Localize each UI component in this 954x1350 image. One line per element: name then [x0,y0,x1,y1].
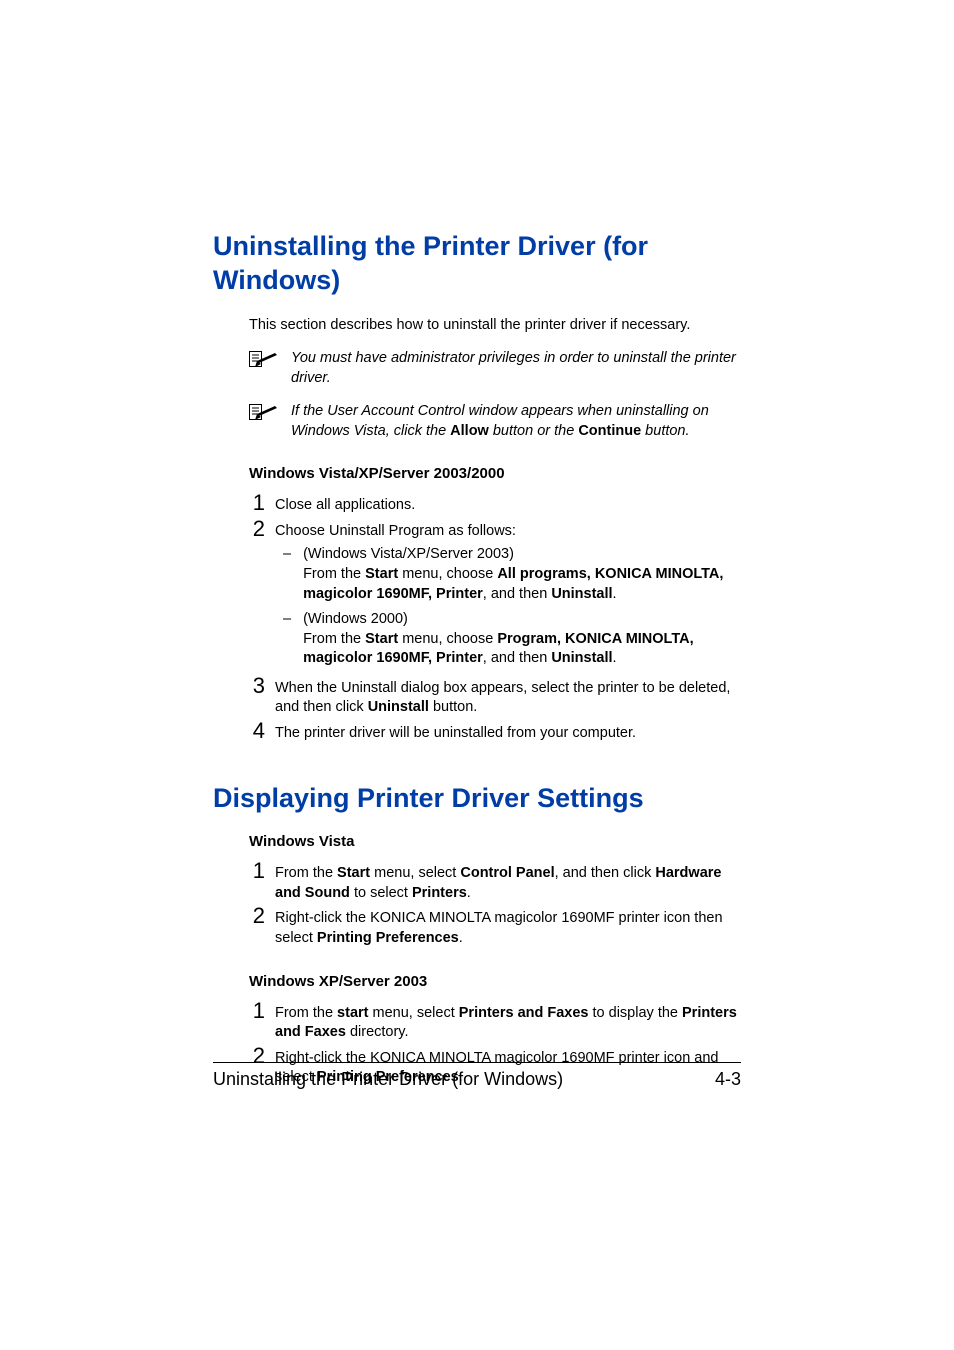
text: From the [275,1005,337,1021]
text-bold: Continue [578,423,641,439]
text-bold: Printers [412,885,467,901]
text-bold: start [337,1005,368,1021]
step-text: When the Uninstall dialog box appears, s… [275,675,741,718]
heading-uninstalling: Uninstalling the Printer Driver (for Win… [213,230,741,298]
note-icon [249,351,279,374]
text-bold: Start [337,865,370,881]
step-4: 4 The printer driver will be uninstalled… [249,720,741,744]
step-number: 1 [249,860,265,882]
text: From the [275,865,337,881]
step-text: Right-click the KONICA MINOLTA magicolor… [275,905,741,948]
text: , and then click [555,865,656,881]
sub-step-text: (Windows 2000) From the Start menu, choo… [303,610,741,669]
page: Uninstalling the Printer Driver (for Win… [0,0,954,1350]
text-bold: Uninstall [368,699,429,715]
note-uac: If the User Account Control window appea… [249,402,741,441]
text-bold: Control Panel [460,865,554,881]
heading-displaying: Displaying Printer Driver Settings [213,782,741,816]
step-b2: 2 Right-click the KONICA MINOLTA magicol… [249,905,741,948]
note-uac-text: If the User Account Control window appea… [291,402,741,441]
note-icon [249,404,279,427]
step-number: 2 [249,518,265,540]
page-number: 4-3 [715,1069,741,1090]
text: menu, select [368,1005,458,1021]
footer-row: Uninstalling the Printer Driver (for Win… [213,1069,741,1090]
text: menu, select [370,865,460,881]
text: . [613,586,617,602]
step-3: 3 When the Uninstall dialog box appears,… [249,675,741,718]
sub-step-2000: – (Windows 2000) From the Start menu, ch… [283,610,741,669]
subheading-xp-2003: Windows XP/Server 2003 [249,973,741,990]
text: directory. [346,1024,409,1040]
step-b1: 1 From the Start menu, select Control Pa… [249,860,741,903]
text: . [467,885,471,901]
text-bold: Uninstall [551,586,612,602]
step-2: 2 Choose Uninstall Program as follows: [249,518,741,542]
intro-text: This section describes how to uninstall … [249,316,741,336]
step-text: From the Start menu, select Control Pane… [275,860,741,903]
step-text: From the start menu, select Printers and… [275,1000,741,1043]
step-number: 4 [249,720,265,742]
text: (Windows 2000) [303,611,408,627]
step-number: 1 [249,492,265,514]
text: button or the [489,423,578,439]
text: , and then [483,586,552,602]
text: to select [350,885,412,901]
step-1: 1 Close all applications. [249,492,741,516]
dash: – [283,610,291,630]
text-bold: Start [365,566,398,582]
text: button. [429,699,477,715]
text: From the [303,631,365,647]
text-bold: Start [365,631,398,647]
sub-step-text: (Windows Vista/XP/Server 2003) From the … [303,545,741,604]
text-bold: Uninstall [551,650,612,666]
step-number: 2 [249,905,265,927]
text-bold: Printing Preferences [317,930,459,946]
footer-rule [213,1062,741,1063]
text: . [459,930,463,946]
step-text: The printer driver will be uninstalled f… [275,720,741,744]
subheading-vista: Windows Vista [249,833,741,850]
step-number: 3 [249,675,265,697]
page-footer: Uninstalling the Printer Driver (for Win… [213,1062,741,1090]
text: to display the [589,1005,683,1021]
text: menu, choose [398,631,497,647]
dash: – [283,545,291,565]
text: , and then [483,650,552,666]
text: . [613,650,617,666]
text-bold: Allow [450,423,489,439]
step-text: Close all applications. [275,492,741,516]
footer-title: Uninstalling the Printer Driver (for Win… [213,1069,563,1090]
subheading-vista-xp-2003-2000: Windows Vista/XP/Server 2003/2000 [249,465,741,482]
note-admin-text: You must have administrator privileges i… [291,349,741,388]
step-number: 1 [249,1000,265,1022]
note-admin: You must have administrator privileges i… [249,349,741,388]
text: When the Uninstall dialog box appears, s… [275,680,730,716]
sub-step-vista-xp-2003: – (Windows Vista/XP/Server 2003) From th… [283,545,741,604]
text: (Windows Vista/XP/Server 2003) [303,546,514,562]
step-text: Choose Uninstall Program as follows: [275,518,741,542]
text: menu, choose [398,566,497,582]
text: button. [641,423,689,439]
step-c1: 1 From the start menu, select Printers a… [249,1000,741,1043]
text: From the [303,566,365,582]
text-bold: Printers and Faxes [459,1005,589,1021]
